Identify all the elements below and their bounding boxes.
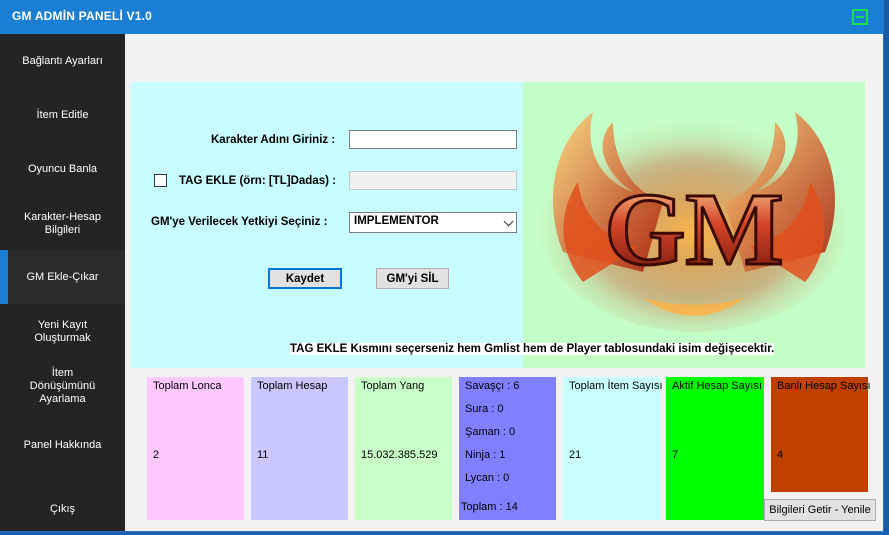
stat-value: 21 xyxy=(569,449,582,461)
sidebar-item-cikis[interactable]: Çıkış xyxy=(0,492,125,526)
stat-value: 2 xyxy=(153,449,160,461)
sidebar-item-item-editle[interactable]: İtem Editle xyxy=(0,98,125,132)
stat-title: Toplam İtem Sayısı xyxy=(569,380,663,392)
refresh-button[interactable]: Bilgileri Getir - Yenile xyxy=(764,499,876,521)
class-warrior-count: Savaşçı : 6 xyxy=(465,380,520,392)
tag-label: TAG EKLE (örn: [TL]Dadas) : xyxy=(179,175,336,187)
class-sura-count: Sura : 0 xyxy=(465,403,504,415)
stat-class-counts: Savaşçı : 6 Sura : 0 Şaman : 0 Ninja : 1… xyxy=(459,377,556,520)
sidebar-item-oyuncu-banla[interactable]: Oyuncu Banla xyxy=(0,152,125,186)
tag-input[interactable] xyxy=(349,171,517,190)
taskbar-edge xyxy=(0,531,889,535)
sidebar-item-label: Karakter-Hesap Bilgileri xyxy=(23,211,102,236)
stat-value: 4 xyxy=(777,449,784,461)
sidebar-item-karakter-hesap[interactable]: Karakter-Hesap Bilgileri xyxy=(0,204,125,244)
stat-banned-accounts: Banlı Hesap Sayısı 4 xyxy=(771,377,871,492)
sidebar-item-item-donusumu[interactable]: İtem Dönüşümünü Ayarlama xyxy=(0,366,125,406)
title-bar[interactable]: GM ADMİN PANELİ V1.0 xyxy=(0,0,883,34)
sidebar-item-label: İtem Dönüşümünü Ayarlama xyxy=(29,366,96,405)
stat-title: Toplam Lonca xyxy=(153,380,222,392)
sidebar-item-baglanti-ayarlari[interactable]: Bağlantı Ayarları xyxy=(0,44,125,78)
tag-checkbox[interactable] xyxy=(154,174,167,187)
save-button[interactable]: Kaydet xyxy=(268,268,342,289)
character-name-label: Karakter Adını Giriniz : xyxy=(211,134,336,146)
window-title: GM ADMİN PANELİ V1.0 xyxy=(12,9,153,23)
maximize-icon[interactable] xyxy=(852,9,868,25)
sidebar-item-gm-ekle-cikar[interactable]: GM Ekle-Çıkar xyxy=(0,250,125,304)
stat-title: Banlı Hesap Sayısı xyxy=(777,380,871,392)
stat-value: 11 xyxy=(257,449,269,461)
logo-panel: GM xyxy=(523,82,865,368)
gm-logo: GM xyxy=(539,112,849,332)
stat-value: 15.032.385.529 xyxy=(361,449,438,461)
info-note: TAG EKLE Kısmını seçerseniz hem Gmlist h… xyxy=(290,343,775,355)
stat-title: Aktif Hesap Sayısı xyxy=(672,380,762,392)
stat-value: 7 xyxy=(672,449,679,461)
sidebar-item-panel-hakkinda[interactable]: Panel Hakkında xyxy=(0,428,125,462)
desktop-edge xyxy=(883,0,889,535)
app-window: GM ADMİN PANELİ V1.0 Bağlantı Ayarları İ… xyxy=(0,0,883,531)
class-lycan-count: Lycan : 0 xyxy=(465,472,510,484)
main-content: GM Karakter Adını Giriniz : TAG EKLE (ör… xyxy=(125,34,883,531)
authority-select[interactable]: IMPLEMENTOR xyxy=(349,212,517,233)
stat-title: Toplam Yang xyxy=(361,380,425,392)
class-ninja-count: Ninja : 1 xyxy=(465,449,506,461)
stat-total-accounts: Toplam Hesap 11 xyxy=(251,377,348,520)
sidebar-item-label: Bağlantı Ayarları xyxy=(22,54,103,67)
authority-selected-value: IMPLEMENTOR xyxy=(354,215,439,227)
stat-title: Toplam Hesap xyxy=(257,380,328,392)
stat-total-yang: Toplam Yang 15.032.385.529 xyxy=(355,377,452,520)
authority-label: GM'ye Verilecek Yetkiyi Seçiniz : xyxy=(151,216,328,228)
sidebar-item-label: Çıkış xyxy=(49,502,76,515)
sidebar-item-yeni-kayit[interactable]: Yeni Kayıt Oluşturmak xyxy=(0,312,125,352)
sidebar-item-label: İtem Editle xyxy=(36,108,89,121)
logo-text: GM xyxy=(604,172,783,287)
character-name-input[interactable] xyxy=(349,130,517,149)
sidebar: Bağlantı Ayarları İtem Editle Oyuncu Ban… xyxy=(0,34,125,531)
delete-gm-button[interactable]: GM'yi SİL xyxy=(376,268,449,289)
sidebar-item-label: Oyuncu Banla xyxy=(27,162,98,175)
sidebar-item-label: GM Ekle-Çıkar xyxy=(26,270,99,283)
stat-total-guilds: Toplam Lonca 2 xyxy=(147,377,244,520)
class-total-count: Toplam : 14 xyxy=(461,501,518,513)
chevron-down-icon xyxy=(503,216,514,227)
stat-active-accounts: Aktif Hesap Sayısı 7 xyxy=(666,377,764,520)
sidebar-item-label: Yeni Kayıt Oluşturmak xyxy=(34,319,91,344)
sidebar-item-label: Panel Hakkında xyxy=(23,438,102,451)
stat-total-items: Toplam İtem Sayısı 21 xyxy=(563,377,663,520)
class-shaman-count: Şaman : 0 xyxy=(465,426,516,438)
